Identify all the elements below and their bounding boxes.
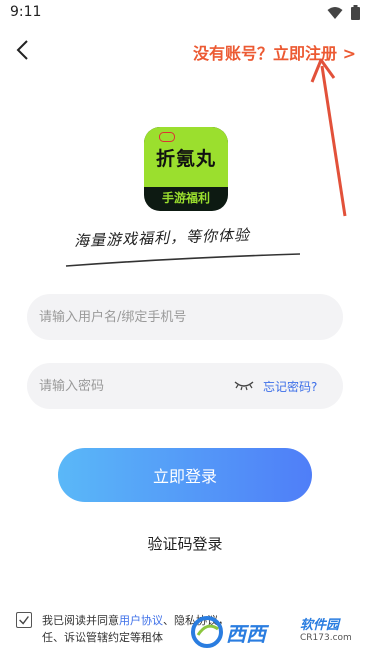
app-logo: 折氪丸 手游福利 — [144, 127, 228, 211]
watermark-brand: 西西 — [226, 621, 266, 646]
password-input[interactable] — [39, 363, 239, 409]
user-protocol-link[interactable]: 用户协议 — [119, 614, 163, 627]
username-input[interactable] — [39, 294, 239, 340]
status-icons — [327, 5, 360, 20]
logo-name: 折氪丸 — [155, 148, 216, 170]
agreement-checkbox[interactable] — [16, 612, 32, 628]
code-login-link[interactable]: 验证码登录 — [0, 533, 370, 554]
eye-closed-icon[interactable] — [233, 378, 255, 392]
watermark: 西西 软件园 CR173.com — [190, 612, 365, 652]
username-field[interactable] — [27, 294, 343, 340]
watermark-sub: 软件园 — [300, 618, 340, 633]
back-arrow-icon[interactable] — [12, 38, 36, 62]
forgot-password-link[interactable]: 忘记密码? — [263, 378, 317, 395]
password-field[interactable]: 忘记密码? — [27, 363, 343, 409]
battery-icon — [351, 5, 360, 20]
gamepad-icon — [159, 132, 175, 142]
wifi-icon — [327, 6, 343, 19]
login-button[interactable]: 立即登录 — [58, 448, 312, 502]
slogan-brush-stroke — [65, 253, 301, 267]
agreement-line2: 任、诉讼管辖约定等租体 — [42, 631, 163, 644]
watermark-url: CR173.com — [300, 633, 352, 643]
status-bar: 9:11 — [0, 0, 370, 26]
watermark-logo-icon — [191, 616, 223, 648]
status-time: 9:11 — [10, 4, 42, 20]
annotation-arrow-icon — [310, 58, 347, 217]
logo-subtitle: 手游福利 — [161, 191, 210, 205]
agreement-prefix: 我已阅读并同意 — [42, 614, 119, 627]
